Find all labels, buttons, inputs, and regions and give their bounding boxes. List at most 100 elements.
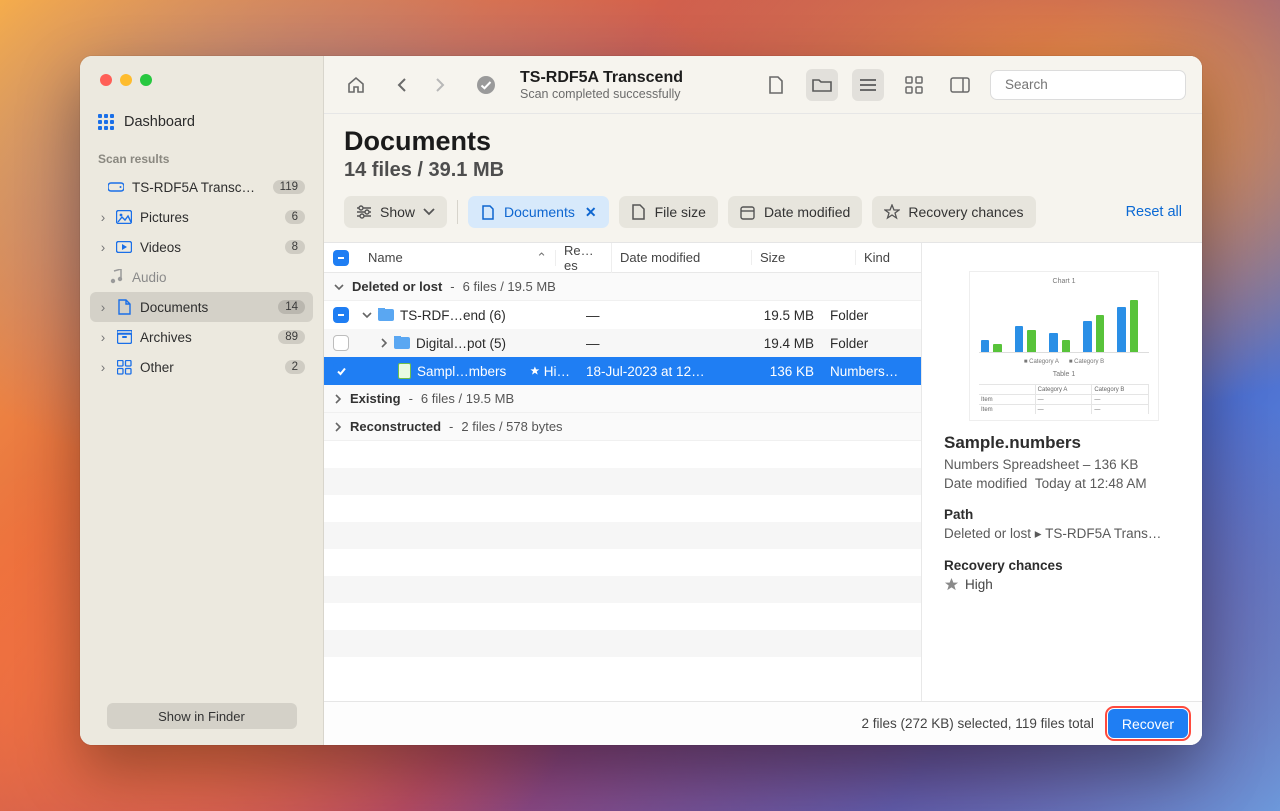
- numbers-file-icon: [398, 363, 411, 379]
- count-badge: 89: [278, 330, 305, 344]
- chevron-right-icon[interactable]: ›: [98, 210, 108, 225]
- toolbar-title: TS-RDF5A Transcend: [520, 69, 683, 87]
- filter-bar: Show Documents ✕ File size Date modified…: [324, 182, 1202, 243]
- sidebar-item-drive[interactable]: TS-RDF5A Transc… 119: [90, 172, 313, 202]
- preview-table-title: Table 1: [1053, 371, 1076, 378]
- selection-status: 2 files (272 KB) selected, 119 files tot…: [861, 716, 1093, 731]
- row-checkbox[interactable]: [333, 363, 349, 379]
- view-document-button[interactable]: [760, 69, 792, 101]
- preview-chart-title: Chart 1: [1053, 278, 1076, 285]
- sidebar-item-label: Dashboard: [124, 114, 195, 130]
- document-icon: [116, 299, 132, 315]
- zoom-window-button[interactable]: [140, 74, 152, 86]
- page-title: Documents: [344, 126, 1182, 157]
- picture-icon: [116, 209, 132, 225]
- chevron-down-icon[interactable]: [362, 310, 372, 320]
- forward-button[interactable]: [424, 69, 456, 101]
- chip-label: File size: [655, 204, 706, 220]
- reset-filters-button[interactable]: Reset all: [1126, 204, 1182, 220]
- filter-documents-chip[interactable]: Documents ✕: [468, 196, 609, 228]
- chip-label: Documents: [504, 204, 575, 220]
- close-window-button[interactable]: [100, 74, 112, 86]
- preview-chart: [979, 291, 1149, 353]
- sidebar-item-label: Videos: [140, 240, 181, 255]
- filter-date-chip[interactable]: Date modified: [728, 196, 862, 228]
- count-badge: 14: [278, 300, 305, 314]
- inspector-path-value: Deleted or lost ▸ TS-RDF5A Trans…: [944, 526, 1184, 542]
- inspector-date: Date modified Today at 12:48 AM: [944, 476, 1184, 491]
- sidebar-item-documents[interactable]: › Documents 14: [90, 292, 313, 322]
- chevron-right-icon[interactable]: ›: [98, 330, 108, 345]
- view-grid-button[interactable]: [898, 69, 930, 101]
- sidebar-item-label: Audio: [132, 270, 167, 285]
- star-icon: [530, 365, 540, 377]
- minimize-window-button[interactable]: [120, 74, 132, 86]
- count-badge: 8: [285, 240, 305, 254]
- sidebar-item-pictures[interactable]: › Pictures 6: [90, 202, 313, 232]
- back-button[interactable]: [386, 69, 418, 101]
- file-preview: Chart 1 ■ Category A■ Category B Table 1…: [969, 271, 1159, 421]
- toolbar-subtitle: Scan completed successfully: [520, 87, 683, 101]
- sidebar-item-label: Pictures: [140, 210, 189, 225]
- column-header-date[interactable]: Date modified: [612, 250, 752, 265]
- archive-icon: [116, 329, 132, 345]
- sidebar-item-other[interactable]: › Other 2: [90, 352, 313, 382]
- chevron-right-icon[interactable]: [380, 338, 388, 348]
- table-row-selected[interactable]: Sampl…mbers Hi… 18-Jul-2023 at 12… 136 K…: [324, 357, 921, 385]
- divider: [457, 200, 458, 224]
- column-header-size[interactable]: Size: [752, 250, 856, 265]
- row-checkbox[interactable]: [333, 335, 349, 351]
- filter-recovery-chip[interactable]: Recovery chances: [872, 196, 1035, 228]
- file-name: Sampl…mbers: [417, 364, 506, 379]
- file-name: TS-RDF…end (6): [400, 308, 506, 323]
- sidebar-item-label: Other: [140, 360, 174, 375]
- table-row[interactable]: TS-RDF…end (6) — 19.5 MB Folder: [324, 301, 921, 329]
- content-area: Name⌃ Re…es Date modified Size Kind Dele…: [324, 243, 1202, 701]
- filter-size-chip[interactable]: File size: [619, 196, 718, 228]
- chevron-down-icon: [423, 208, 435, 216]
- chevron-right-icon[interactable]: ›: [98, 300, 108, 315]
- row-checkbox[interactable]: [333, 307, 349, 323]
- other-icon: [116, 359, 132, 375]
- chevron-right-icon[interactable]: ›: [98, 360, 108, 375]
- search-input[interactable]: [1005, 77, 1182, 92]
- view-folder-button[interactable]: [806, 69, 838, 101]
- table-row[interactable]: Digital…pot (5) — 19.4 MB Folder: [324, 329, 921, 357]
- toggle-inspector-button[interactable]: [944, 69, 976, 101]
- show-dropdown[interactable]: Show: [344, 196, 447, 228]
- group-header-existing[interactable]: Existing - 6 files / 19.5 MB: [324, 385, 921, 413]
- select-all-checkbox[interactable]: [333, 250, 349, 266]
- sidebar: Dashboard Scan results TS-RDF5A Transc… …: [80, 56, 324, 745]
- page-subtitle: 14 files / 39.1 MB: [344, 159, 1182, 182]
- sidebar-item-audio[interactable]: Audio: [90, 262, 313, 292]
- column-header-name[interactable]: Name⌃: [358, 250, 556, 266]
- sort-asc-icon: ⌃: [536, 250, 547, 266]
- remove-filter-icon[interactable]: ✕: [585, 204, 597, 221]
- chip-label: Recovery chances: [908, 204, 1023, 220]
- inspector-panel: Chart 1 ■ Category A■ Category B Table 1…: [922, 243, 1202, 701]
- home-button[interactable]: [340, 69, 372, 101]
- column-header-recovery[interactable]: Re…es: [556, 243, 612, 273]
- table-body[interactable]: Deleted or lost - 6 files / 19.5 MB TS-R…: [324, 273, 921, 701]
- inspector-kind-size: Numbers Spreadsheet – 136 KB: [944, 457, 1184, 472]
- chevron-right-icon[interactable]: ›: [98, 240, 108, 255]
- table-header: Name⌃ Re…es Date modified Size Kind: [324, 243, 921, 273]
- footer-bar: 2 files (272 KB) selected, 119 files tot…: [324, 701, 1202, 745]
- calendar-icon: [740, 204, 756, 220]
- sidebar-item-dashboard[interactable]: Dashboard: [80, 104, 323, 144]
- sidebar-item-label: TS-RDF5A Transc…: [132, 180, 255, 195]
- view-list-button[interactable]: [852, 69, 884, 101]
- sidebar-item-archives[interactable]: › Archives 89: [90, 322, 313, 352]
- recover-button[interactable]: Recover: [1108, 709, 1188, 738]
- search-field[interactable]: [990, 70, 1186, 100]
- sidebar-item-videos[interactable]: › Videos 8: [90, 232, 313, 262]
- folder-icon: [394, 337, 410, 349]
- group-header-reconstructed[interactable]: Reconstructed - 2 files / 578 bytes: [324, 413, 921, 441]
- toolbar: TS-RDF5A Transcend Scan completed succes…: [324, 56, 1202, 114]
- show-in-finder-button[interactable]: Show in Finder: [107, 703, 297, 729]
- inspector-rc-label: Recovery chances: [944, 558, 1184, 573]
- audio-icon: [108, 269, 124, 285]
- column-header-kind[interactable]: Kind: [856, 250, 921, 265]
- inspector-title: Sample.numbers: [944, 433, 1184, 453]
- group-header-deleted[interactable]: Deleted or lost - 6 files / 19.5 MB: [324, 273, 921, 301]
